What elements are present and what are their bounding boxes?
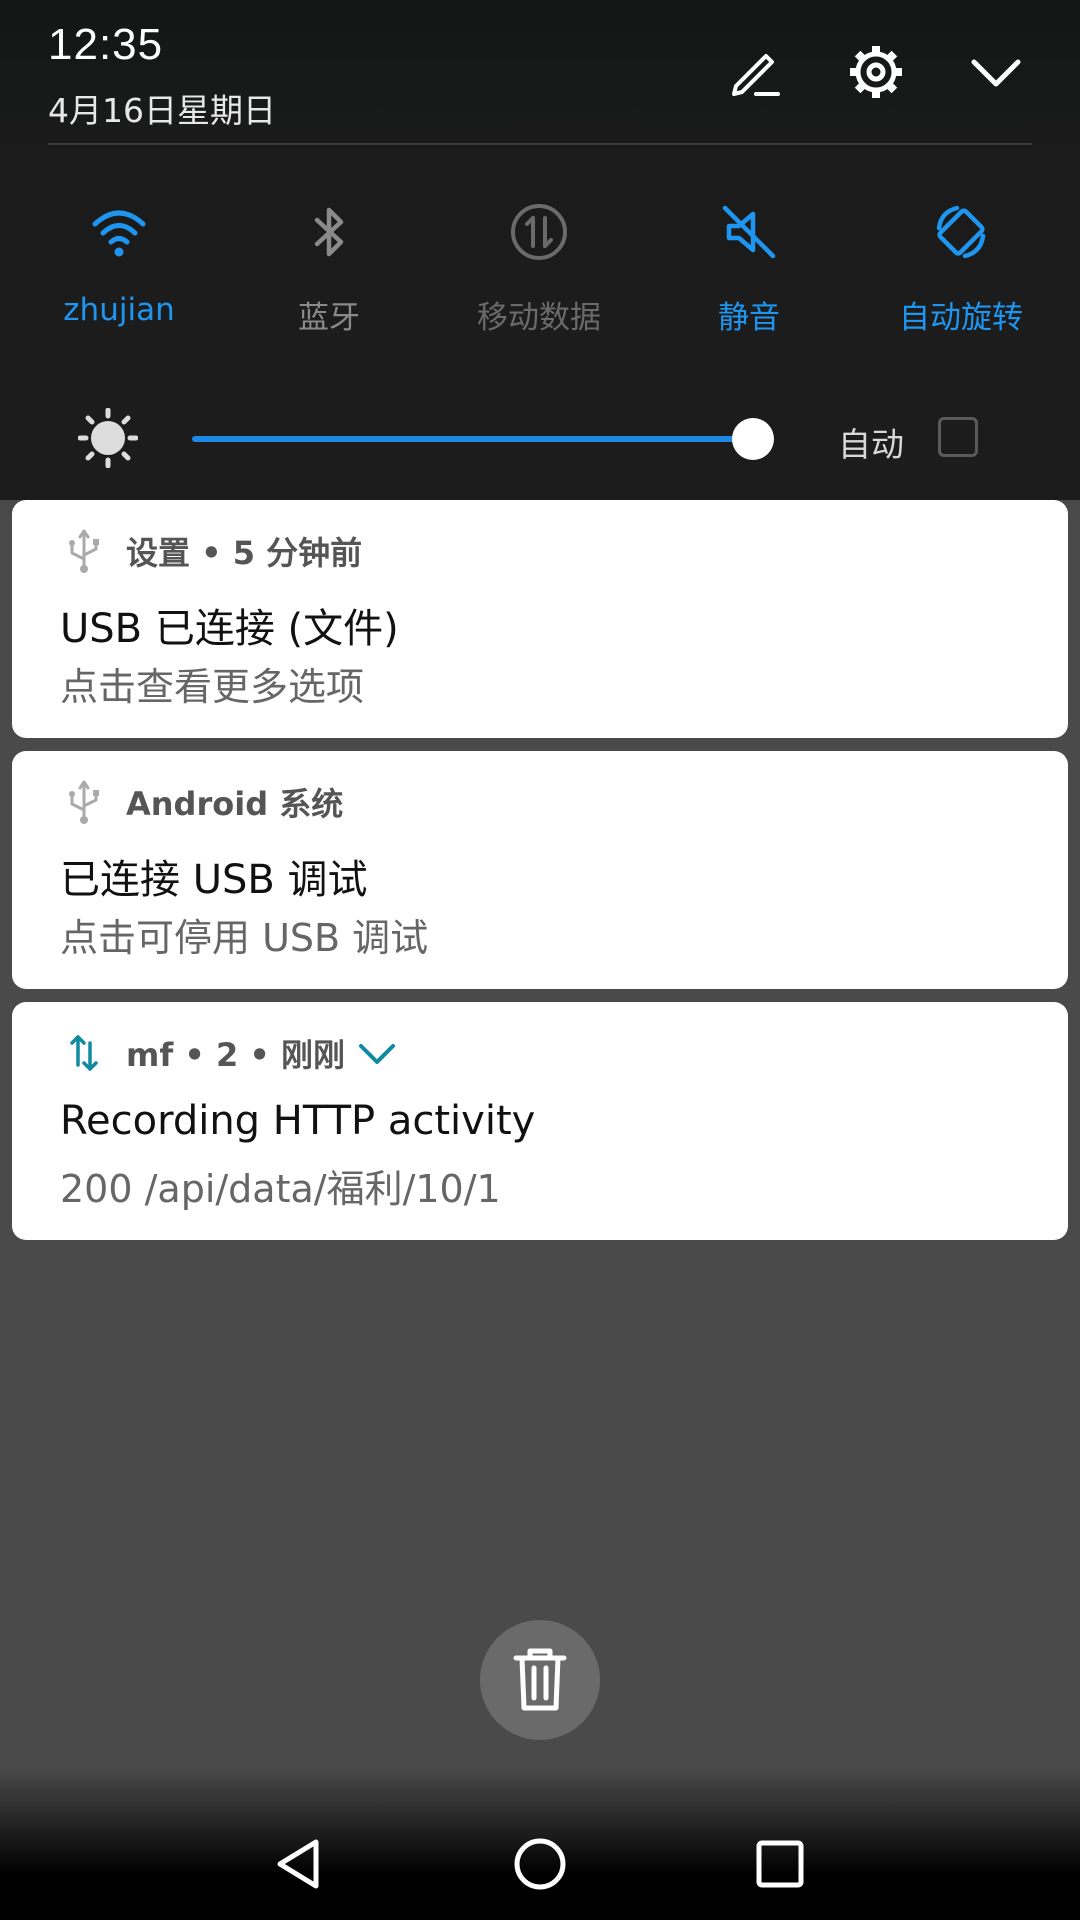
- brightness-slider-thumb[interactable]: [732, 418, 774, 460]
- tile-label: zhujian: [63, 292, 175, 328]
- wifi-icon: [92, 210, 146, 257]
- tile-label: 静音: [718, 300, 780, 336]
- notification-header: 设置 • 5 分钟前: [64, 526, 362, 576]
- usb-icon: [64, 527, 104, 575]
- tile-label: 自动旋转: [899, 300, 1023, 336]
- notification-app-meta: Android 系统: [126, 785, 344, 823]
- notification-header: mf • 2 • 刚刚: [64, 1028, 399, 1078]
- notification-title: 已连接 USB 调试: [60, 857, 368, 903]
- home-icon: [514, 1838, 566, 1890]
- date-label: 4月16日星期日: [48, 91, 276, 130]
- auto-brightness-label: 自动: [838, 425, 904, 464]
- tile-auto-rotate[interactable]: 自动旋转: [856, 200, 1066, 340]
- bluetooth-icon: [314, 207, 344, 257]
- brightness-sun-icon: [78, 408, 138, 468]
- recents-icon: [756, 1840, 804, 1888]
- notification-app-meta: mf • 2 • 刚刚: [126, 1036, 346, 1074]
- tile-bluetooth[interactable]: 蓝牙: [224, 200, 434, 340]
- tile-label: 移动数据: [477, 300, 601, 336]
- clock: 12:35: [48, 20, 164, 69]
- expand-chevron-icon[interactable]: [355, 1038, 399, 1068]
- usb-icon: [64, 778, 104, 826]
- collapse-chevron-icon[interactable]: [964, 40, 1028, 104]
- tile-wifi[interactable]: zhujian: [14, 200, 224, 340]
- brightness-slider[interactable]: [192, 436, 752, 442]
- home-button[interactable]: [510, 1834, 570, 1894]
- back-button[interactable]: [270, 1834, 330, 1894]
- recents-button[interactable]: [750, 1834, 810, 1894]
- notification-app-meta: 设置 • 5 分钟前: [126, 534, 363, 572]
- header-divider: [48, 143, 1032, 145]
- tile-mute[interactable]: 静音: [644, 200, 854, 340]
- notification-title: USB 已连接 (文件): [60, 606, 399, 652]
- notification-text: 200 /api/data/福利/10/1: [60, 1167, 501, 1211]
- notification-title: Recording HTTP activity: [60, 1098, 536, 1144]
- auto-brightness-checkbox[interactable]: [938, 417, 978, 457]
- notification-card[interactable]: 设置 • 5 分钟前 USB 已连接 (文件) 点击查看更多选项: [12, 500, 1068, 738]
- auto-rotate-icon: [936, 205, 986, 259]
- edit-icon[interactable]: [722, 40, 786, 104]
- mute-icon: [722, 205, 776, 259]
- clear-all-button[interactable]: [480, 1620, 600, 1740]
- notification-text: 点击可停用 USB 调试: [60, 916, 429, 960]
- trash-icon: [513, 1648, 567, 1711]
- notification-header: Android 系统: [64, 777, 343, 827]
- tile-label: 蓝牙: [298, 300, 360, 336]
- notification-text: 点击查看更多选项: [60, 665, 365, 709]
- notification-card[interactable]: mf • 2 • 刚刚 Recording HTTP activity 200 …: [12, 1002, 1068, 1240]
- data-transfer-icon: [64, 1029, 104, 1077]
- notification-card[interactable]: Android 系统 已连接 USB 调试 点击可停用 USB 调试: [12, 751, 1068, 989]
- mobile-data-icon: [511, 204, 567, 260]
- back-icon: [277, 1839, 319, 1889]
- settings-gear-icon[interactable]: [844, 40, 908, 104]
- tile-mobile-data[interactable]: 移动数据: [434, 200, 644, 340]
